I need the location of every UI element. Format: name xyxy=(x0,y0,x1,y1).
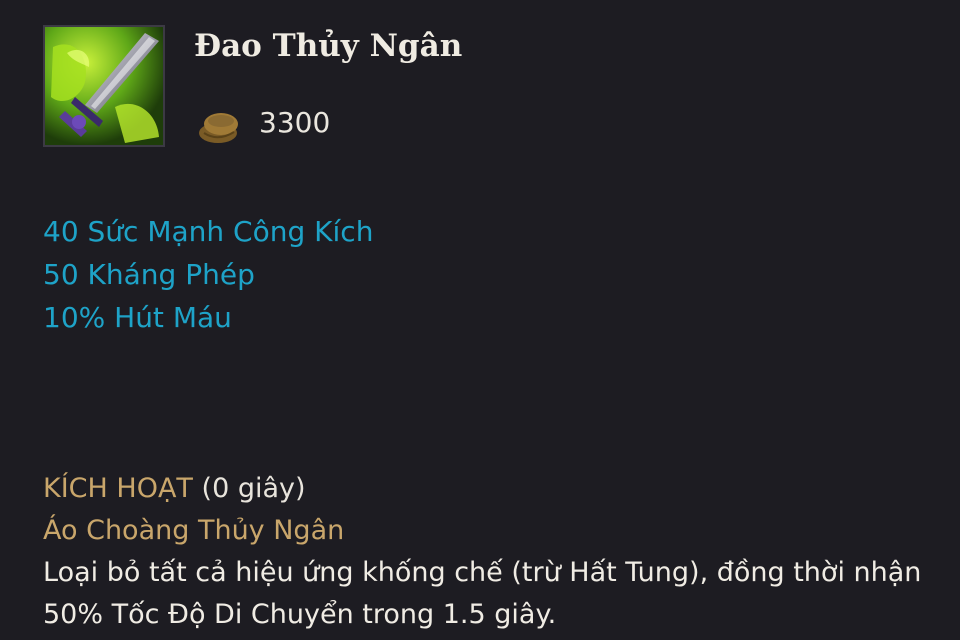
active-ability: KÍCH HOẠT (0 giây) Áo Choàng Thủy Ngân L… xyxy=(43,468,943,636)
stat-life-steal: 10% Hút Máu xyxy=(43,301,232,334)
stat-magic-resist: 50 Kháng Phép xyxy=(43,258,255,291)
active-cooldown: (0 giây) xyxy=(201,473,306,504)
item-stats: 40 Sức Mạnh Công Kích 50 Kháng Phép 10% … xyxy=(43,210,373,339)
item-tooltip: Đao Thủy Ngân 3300 40 Sức Mạnh Công Kích… xyxy=(0,0,960,640)
stat-attack-damage: 40 Sức Mạnh Công Kích xyxy=(43,215,374,248)
active-header: KÍCH HOẠT (0 giây) xyxy=(43,468,943,510)
item-name: Đao Thủy Ngân xyxy=(194,28,463,64)
item-price: 3300 xyxy=(259,106,331,139)
gold-coin-icon xyxy=(196,106,242,146)
active-name: Áo Choàng Thủy Ngân xyxy=(43,515,345,546)
active-label: KÍCH HOẠT xyxy=(43,473,193,504)
mercurial-scimitar-icon xyxy=(43,25,165,147)
active-description: Loại bỏ tất cả hiệu ứng khống chế (trừ H… xyxy=(43,557,922,630)
